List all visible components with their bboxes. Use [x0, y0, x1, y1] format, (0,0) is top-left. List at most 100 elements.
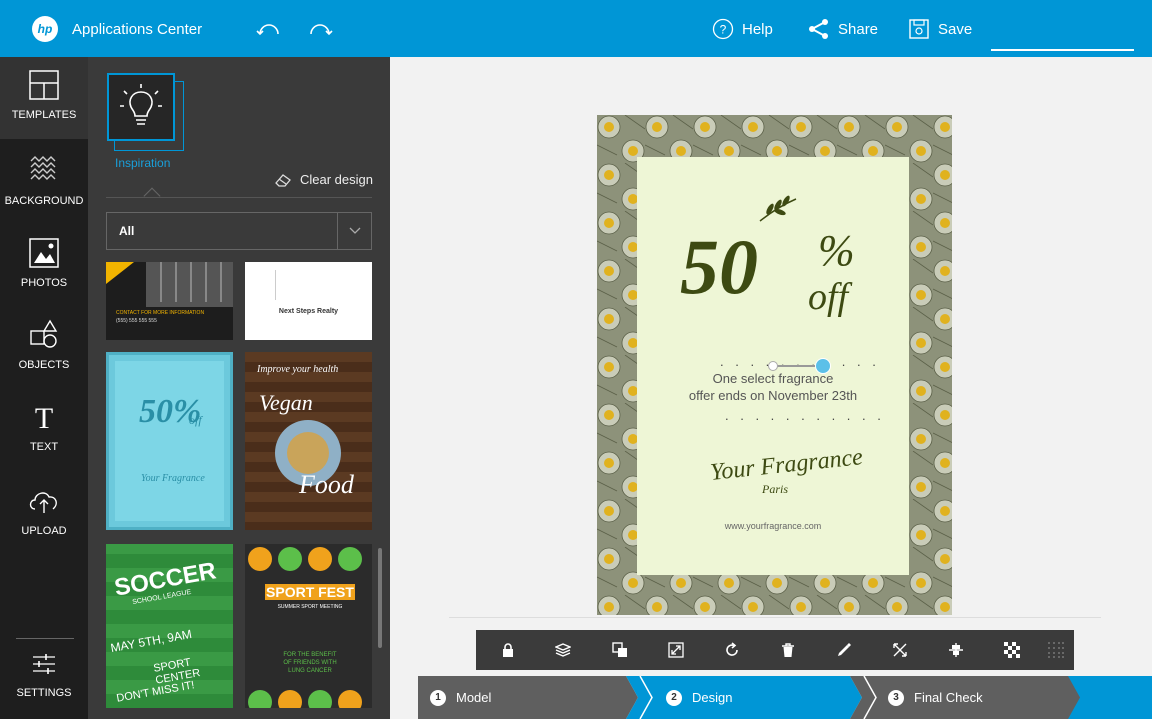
step-final-check[interactable]: 3 Final Check — [876, 676, 983, 719]
save-icon — [909, 19, 929, 39]
templates-icon — [29, 70, 59, 100]
resize-button[interactable] — [656, 630, 696, 670]
svg-text:?: ? — [720, 23, 727, 37]
sidebar-item-settings[interactable]: SETTINGS — [0, 637, 88, 719]
step-number: 1 — [430, 689, 446, 706]
color-picker-icon — [838, 643, 851, 656]
flyer-off[interactable]: off — [808, 275, 848, 319]
delete-button[interactable] — [768, 630, 808, 670]
sidebar-label: UPLOAD — [21, 525, 67, 537]
color-picker-button[interactable] — [824, 630, 864, 670]
undo-icon[interactable] — [256, 16, 282, 42]
canvas-baseline — [449, 617, 1101, 618]
thumb-business-line1: CONTACT FOR MORE INFORMATION — [116, 310, 205, 316]
layers-button[interactable] — [543, 630, 583, 670]
flyer-line2[interactable]: offer ends on November 23th — [637, 388, 909, 403]
help-button[interactable]: ? Help — [712, 16, 773, 42]
rotate-button[interactable] — [712, 630, 752, 670]
template-grid: CONTACT FOR MORE INFORMATION (555) 555 5… — [106, 262, 372, 708]
lock-button[interactable] — [488, 630, 528, 670]
sidebar-item-background[interactable]: BACKGROUND — [0, 141, 88, 223]
thumb-sportfest-line2: OF FRIENDS WITH — [283, 660, 337, 666]
sidebar-item-objects[interactable]: OBJECTS — [0, 307, 88, 389]
lock-icon — [503, 643, 513, 657]
thumb-50-brand: Your Fragrance — [141, 473, 205, 484]
leaf-icon — [759, 195, 797, 222]
grid-button[interactable] — [1036, 630, 1076, 670]
thumb-business-art — [106, 262, 233, 307]
grid-icon — [1048, 642, 1064, 658]
save-button[interactable]: Save — [908, 16, 972, 42]
sidebar-item-templates[interactable]: TEMPLATES — [0, 57, 88, 139]
thumb-vegan-title: Vegan — [259, 390, 313, 415]
sidebar-label: TEMPLATES — [11, 109, 77, 121]
help-label: Help — [742, 20, 773, 38]
share-button[interactable]: Share — [808, 16, 878, 42]
thumb-realty-list — [275, 270, 315, 300]
thumb-50-off: off — [189, 413, 202, 427]
sidebar-item-upload[interactable]: UPLOAD — [0, 473, 88, 555]
thumb-vegan-food: Food — [299, 470, 354, 499]
duplicate-icon — [612, 642, 627, 657]
template-thumb-soccer[interactable]: SOCCER SCHOOL LEAGUE MAY 5TH, 9AM SPORT … — [106, 544, 233, 708]
chevron-down-icon — [349, 227, 360, 234]
dropdown-value: All — [119, 224, 135, 238]
sidebar-item-text[interactable]: T TEXT — [0, 389, 88, 471]
thumb-realty-title: Next Steps Realty — [278, 308, 339, 315]
category-dropdown[interactable]: All — [106, 212, 372, 250]
flyer-line1[interactable]: One select fragrance — [637, 371, 909, 386]
svg-text:T: T — [35, 402, 53, 433]
app-title: Applications Center — [72, 21, 203, 38]
flip-icon — [893, 643, 907, 657]
thumb-sportfest-title: SPORT FEST — [265, 584, 355, 600]
template-thumb-vegan[interactable]: Improve your health Vegan Food — [245, 352, 372, 530]
thumb-sportfest-line1: FOR THE BENEFIT — [283, 652, 337, 658]
flip-button[interactable] — [880, 630, 920, 670]
photos-icon — [29, 238, 59, 268]
hp-logo-icon: hp — [32, 16, 58, 42]
flyer-brand-sub[interactable]: Paris — [762, 482, 788, 497]
left-rail: TEMPLATES BACKGROUND PHOTOS OBJECTS T TE… — [0, 57, 88, 719]
thumb-business-line2: (555) 555 555 555 — [116, 318, 157, 324]
step-number: 3 — [888, 689, 904, 706]
step-label: Final Check — [914, 690, 983, 705]
flyer-dots-bottom: . . . . . . . . . . . — [725, 408, 885, 423]
template-thumb-realty[interactable]: Next Steps Realty — [245, 262, 372, 340]
template-thumb-sportfest[interactable]: SPORT FEST SUMMER SPORT MEETING FOR THE … — [245, 544, 372, 708]
clear-design-button[interactable]: Clear design — [274, 172, 373, 187]
step-model[interactable]: 1 Model — [418, 676, 491, 719]
sidebar-item-photos[interactable]: PHOTOS — [0, 225, 88, 307]
panel-divider — [106, 197, 372, 198]
layers-icon — [555, 643, 571, 657]
flyer-percent[interactable]: % — [818, 225, 855, 276]
transparency-icon — [1004, 642, 1020, 658]
settings-icon — [33, 654, 55, 674]
step-design[interactable]: 2 Design — [654, 676, 732, 719]
sidebar-label: SETTINGS — [16, 687, 72, 699]
help-icon: ? — [712, 18, 734, 40]
template-thumb-50-off[interactable]: 50% off Your Fragrance — [106, 352, 233, 530]
clear-design-label: Clear design — [300, 172, 373, 187]
inspiration-tile[interactable] — [107, 73, 175, 141]
thumb-vegan-tagline: Improve your health — [257, 364, 339, 375]
save-label: Save — [938, 20, 973, 38]
objects-icon — [30, 319, 58, 348]
dropdown-toggle[interactable] — [337, 213, 371, 249]
flyer-url[interactable]: www.yourfragrance.com — [637, 521, 909, 531]
step-number: 2 — [666, 689, 682, 706]
template-thumb-business[interactable]: CONTACT FOR MORE INFORMATION (555) 555 5… — [106, 262, 233, 340]
redo-icon[interactable] — [307, 16, 333, 42]
sidebar-label: TEXT — [29, 441, 59, 453]
delete-icon — [782, 643, 794, 657]
transparency-button[interactable] — [992, 630, 1032, 670]
thumb-sportfest-line3: LUNG CANCER — [288, 668, 332, 674]
step-label: Model — [456, 690, 492, 705]
thumb-sportfest-balls-bottom — [248, 690, 362, 708]
align-button[interactable] — [936, 630, 976, 670]
duplicate-button[interactable] — [600, 630, 640, 670]
sidebar-label: PHOTOS — [20, 277, 68, 289]
object-toolbar — [476, 630, 1074, 670]
selection-slider-start[interactable] — [768, 361, 778, 371]
flyer-discount-number[interactable]: 50 — [680, 222, 758, 312]
panel-scrollbar[interactable] — [378, 548, 382, 648]
